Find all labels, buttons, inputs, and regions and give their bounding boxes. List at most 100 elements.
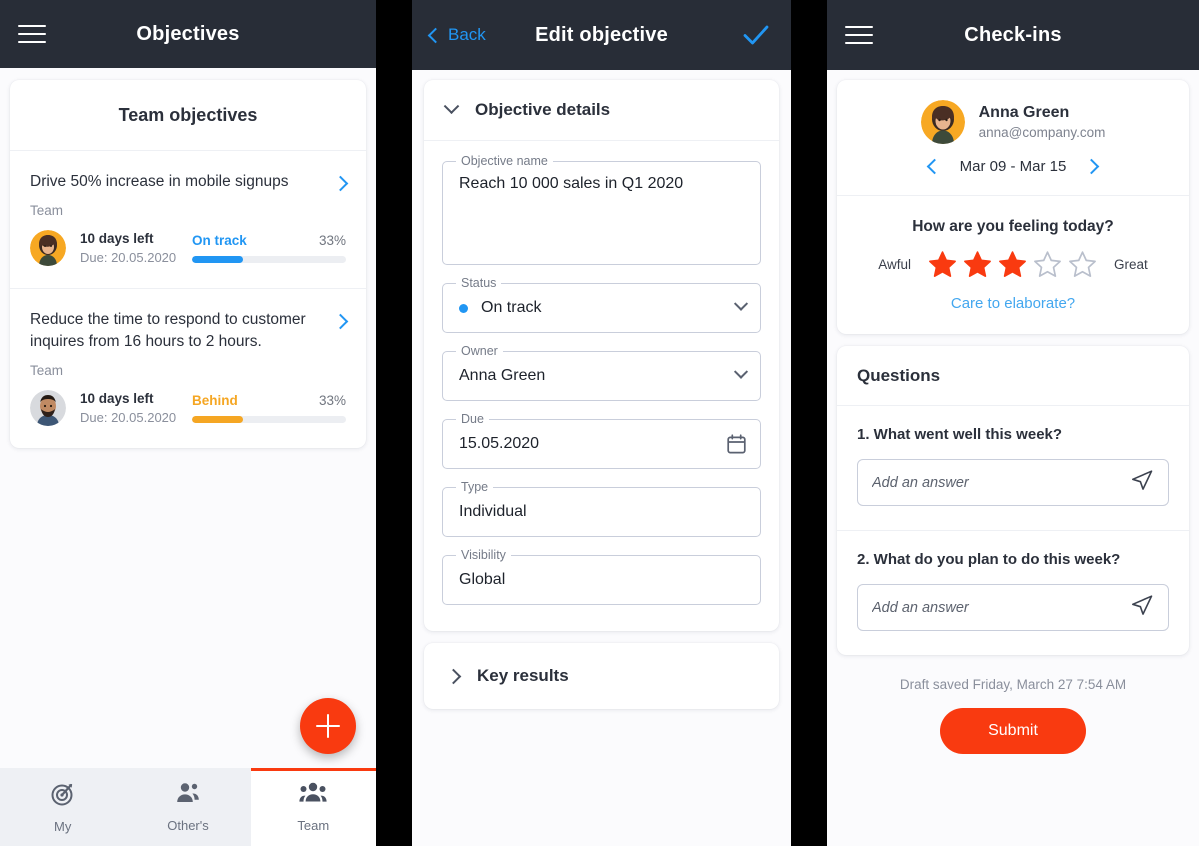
nav-tab-label: Other's [167, 817, 209, 833]
edit-objective-screen: Back Edit objective Objective details Ob… [412, 0, 791, 846]
key-results-card[interactable]: Key results [424, 643, 779, 709]
nav-tab-my[interactable]: My [0, 768, 126, 846]
star-filled-icon[interactable] [998, 250, 1027, 279]
target-icon [50, 781, 76, 812]
progress-percent: 33% [318, 233, 346, 248]
submit-button[interactable]: Submit [940, 708, 1086, 754]
field-value: Global [459, 571, 506, 588]
chevron-right-icon[interactable] [445, 668, 462, 684]
three-phone-screenshot-composite: Objectives Team objectives Drive 50% inc… [0, 0, 1199, 846]
field-value: Individual [459, 503, 527, 520]
objective-details-header[interactable]: Objective details [424, 80, 779, 141]
page-title: Objectives [136, 22, 240, 45]
answer-input-wrapper[interactable] [857, 584, 1169, 631]
send-icon[interactable] [1130, 593, 1154, 622]
nav-tab-team[interactable]: Team [250, 768, 376, 846]
draft-status: Draft saved Friday, March 27 7:54 AM [899, 677, 1127, 692]
user-summary: Anna Green anna@company.com [837, 80, 1189, 158]
chevron-left-icon [427, 27, 444, 43]
question-block: 1. What went well this week? [837, 406, 1189, 531]
status-badge: Behind [192, 393, 238, 408]
person-pair-icon [174, 782, 202, 811]
edit-objective-appbar: Back Edit objective [412, 0, 791, 70]
objective-name-field[interactable]: Objective name Reach 10 000 sales in Q1 … [442, 154, 761, 265]
avatar [920, 100, 965, 144]
send-icon[interactable] [1130, 468, 1154, 497]
field-value: 15.05.2020 [459, 435, 540, 452]
question-block: 2. What do you plan to do this week? [837, 531, 1189, 655]
objective-scope: Team [30, 363, 64, 378]
chevron-down-icon[interactable] [443, 97, 460, 114]
week-selector: Mar 09 - Mar 15 [837, 158, 1189, 196]
answer-input[interactable] [872, 599, 1130, 616]
objective-progress: Behind 33% [192, 393, 346, 423]
mood-high-label: Great [1114, 257, 1148, 272]
card-title: Team objectives [10, 80, 366, 151]
panel-divider [376, 0, 412, 846]
field-label: Visibility [456, 548, 511, 562]
due-date: Due: 20.05.2020 [80, 410, 177, 425]
objective-progress: On track 33% [192, 233, 346, 263]
section-title: Key results [477, 666, 569, 685]
star-rating-group[interactable] [928, 250, 1097, 279]
owner-field[interactable]: Owner Anna Green [442, 344, 761, 401]
field-value: On track [481, 299, 542, 316]
hamburger-menu-icon[interactable] [18, 19, 46, 49]
field-label: Due [456, 412, 489, 426]
chevron-right-icon[interactable] [332, 313, 349, 330]
status-dot-icon [459, 303, 468, 313]
checkins-appbar: Check-ins [827, 0, 1199, 70]
type-field[interactable]: Type Individual [442, 480, 761, 537]
objective-list-item[interactable]: Reduce the time to respond to customer i… [10, 289, 366, 448]
days-left: 10 days left [80, 231, 154, 246]
previous-week-icon[interactable] [926, 158, 942, 175]
chevron-right-icon[interactable] [332, 175, 349, 192]
objective-list-item[interactable]: Drive 50% increase in mobile signups Tea… [10, 151, 366, 289]
answer-input-wrapper[interactable] [857, 459, 1169, 506]
page-title: Check-ins [964, 23, 1062, 46]
field-label: Owner [456, 344, 503, 358]
key-results-header[interactable]: Key results [424, 643, 779, 709]
nav-tab-label: My [53, 818, 72, 834]
objective-dates: 10 days left Due: 20.05.2020 [80, 231, 192, 265]
question-text: 1. What went well this week? [857, 426, 1063, 443]
questions-card: Questions 1. What went well this week? 2… [837, 346, 1189, 655]
due-field[interactable]: Due 15.05.2020 [442, 412, 761, 469]
checkmark-icon[interactable] [743, 24, 769, 46]
field-value: Anna Green [459, 367, 546, 384]
field-label: Type [456, 480, 494, 494]
status-badge: On track [192, 233, 247, 248]
hamburger-menu-icon[interactable] [845, 20, 873, 50]
answer-input[interactable] [872, 474, 1130, 491]
elaborate-link[interactable]: Care to elaborate? [837, 295, 1189, 334]
objective-title: Reduce the time to respond to customer i… [30, 311, 306, 350]
days-left: 10 days left [80, 391, 154, 406]
star-filled-icon[interactable] [928, 250, 957, 279]
calendar-icon[interactable] [727, 434, 746, 454]
chevron-down-icon[interactable] [733, 296, 749, 313]
objective-scope: Team [30, 203, 64, 218]
star-empty-icon[interactable] [1033, 250, 1062, 279]
status-field[interactable]: Status On track [442, 276, 761, 333]
edit-objective-body: Objective details Objective name Reach 1… [412, 70, 791, 846]
star-filled-icon[interactable] [963, 250, 992, 279]
questions-title: Questions [837, 346, 1189, 406]
objective-details-card: Objective details Objective name Reach 1… [424, 80, 779, 631]
due-date: Due: 20.05.2020 [80, 250, 177, 265]
chevron-down-icon[interactable] [733, 364, 749, 381]
add-objective-fab[interactable] [300, 698, 356, 754]
question-text: 2. What do you plan to do this week? [857, 551, 1121, 568]
user-email: anna@company.com [978, 125, 1106, 140]
next-week-icon[interactable] [1084, 158, 1100, 175]
nav-tab-others[interactable]: Other's [125, 768, 251, 846]
checkins-screen: Check-ins Anna Green anna@company.com Ma… [827, 0, 1199, 846]
progress-percent: 33% [318, 393, 346, 408]
star-empty-icon[interactable] [1068, 250, 1097, 279]
visibility-field[interactable]: Visibility Global [442, 548, 761, 605]
objectives-screen: Objectives Team objectives Drive 50% inc… [0, 0, 376, 846]
field-label: Status [456, 276, 502, 290]
avatar [30, 230, 66, 266]
panel-divider [791, 0, 827, 846]
mood-question: How are you feeling today? [912, 218, 1114, 235]
back-button[interactable]: Back [427, 25, 486, 45]
